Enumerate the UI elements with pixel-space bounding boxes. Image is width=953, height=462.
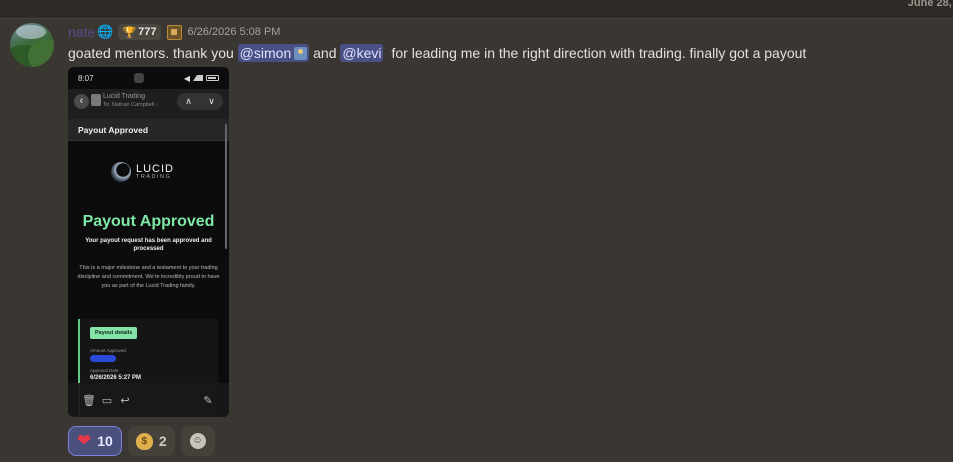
phone-status-bar: 8:07 ◀ (68, 67, 229, 89)
image-attachment[interactable]: 8:07 ◀ ‹ Lucid Trading To: Nathan Campbe… (68, 67, 229, 417)
badge-icon[interactable] (166, 24, 182, 40)
payout-subtitle: Your payout request has been approved an… (85, 238, 212, 253)
globe-icon: 🌐 (97, 24, 114, 39)
message-content: goated mentors. thank you @simon and @ke… (68, 44, 806, 62)
heart-icon: ❤ (77, 431, 92, 450)
mail-header: ‹ Lucid Trading To: Nathan Campbell › ∧ … (68, 89, 229, 119)
reactions-bar: ❤ 10 $ 2 ☺ (68, 426, 215, 456)
moneybag-icon: $ (135, 432, 153, 450)
trophy-icon: 🏆 (122, 26, 137, 39)
mail-sender: Lucid Trading (103, 93, 146, 100)
logo-sub-text: TRADING (136, 173, 172, 180)
chevron-down-icon: ∨ (208, 96, 215, 106)
mail-subject: Payout Approved (78, 125, 149, 135)
message-text: for leading me in the right direction wi… (391, 45, 807, 61)
mention-label: @simon (239, 45, 292, 61)
lucid-logo: LUCID TRADING (111, 162, 174, 182)
chat-message: nate 🌐 🏆 777 6/26/2026 5:08 PM goated me… (0, 19, 953, 462)
custom-emoji-icon (294, 46, 308, 60)
guild-tag[interactable]: 🏆 777 (118, 24, 161, 40)
folder-icon: ▭ (101, 394, 113, 407)
mail-subject-bar: Payout Approved (68, 119, 229, 141)
logo-text: LUCID TRADING (136, 163, 174, 181)
mention-kevi[interactable]: @kevi (340, 44, 384, 62)
signal-icon (192, 75, 203, 81)
sender-avatar (91, 94, 101, 106)
compose-icon: ✎ (203, 394, 213, 407)
approval-date-value: 6/26/2026 5:27 PM (90, 375, 142, 381)
username[interactable]: nate (68, 24, 95, 40)
battery-icon (205, 75, 219, 81)
back-icon: ‹ (74, 94, 89, 109)
trash-icon: 🗑 (82, 394, 96, 407)
avatar-sky (16, 25, 46, 39)
avatar[interactable] (10, 23, 54, 67)
mail-nav: ∧ ∨ (177, 93, 223, 110)
reaction-count: 2 (158, 433, 167, 449)
reaction-count: 10 (97, 433, 113, 449)
avatar-hill (28, 39, 54, 67)
message-header: nate 🌐 🏆 777 6/26/2026 5:08 PM (68, 23, 280, 41)
chevron-up-icon: ∧ (185, 96, 192, 106)
mail-recipient: To: Nathan Campbell › (103, 102, 158, 108)
payout-details-button: Payout details (90, 327, 138, 339)
reply-icon: ↩ (120, 394, 130, 407)
payout-title: Payout Approved (82, 213, 215, 230)
signal-battery: ◀ (184, 74, 219, 83)
reaction-moneybag[interactable]: $ 2 (127, 426, 175, 456)
mention-label: @kevi (342, 45, 382, 61)
guild-tag-text: 777 (138, 26, 157, 38)
payout-body: This is a major milestone and a testamen… (77, 265, 220, 290)
timestamp[interactable]: 6/26/2026 5:08 PM (188, 26, 281, 38)
smiley-icon: ☺ (189, 433, 206, 449)
reaction-heart[interactable]: ❤ 10 (68, 426, 122, 456)
mail-toolbar: 🗑 ▭ ↩ ✎ (68, 383, 229, 417)
date-divider: June 28, 2 (907, 0, 953, 9)
phone-time: 8:07 (78, 73, 94, 83)
lucid-ring-icon (111, 162, 131, 182)
add-reaction-button[interactable]: ☺ (180, 426, 215, 456)
approval-date-label: Approval Date (90, 368, 119, 373)
speaker-icon: ◀ (183, 73, 190, 83)
redaction-scribble (90, 355, 116, 362)
message-text: and (309, 45, 341, 61)
mention-simon[interactable]: @simon (237, 44, 310, 62)
message-text: goated mentors. thank you (68, 45, 238, 61)
notch-icon (133, 73, 144, 83)
amount-label: Amount Approved (90, 348, 126, 353)
channel-top-strip: June 28, 2 (0, 0, 953, 19)
